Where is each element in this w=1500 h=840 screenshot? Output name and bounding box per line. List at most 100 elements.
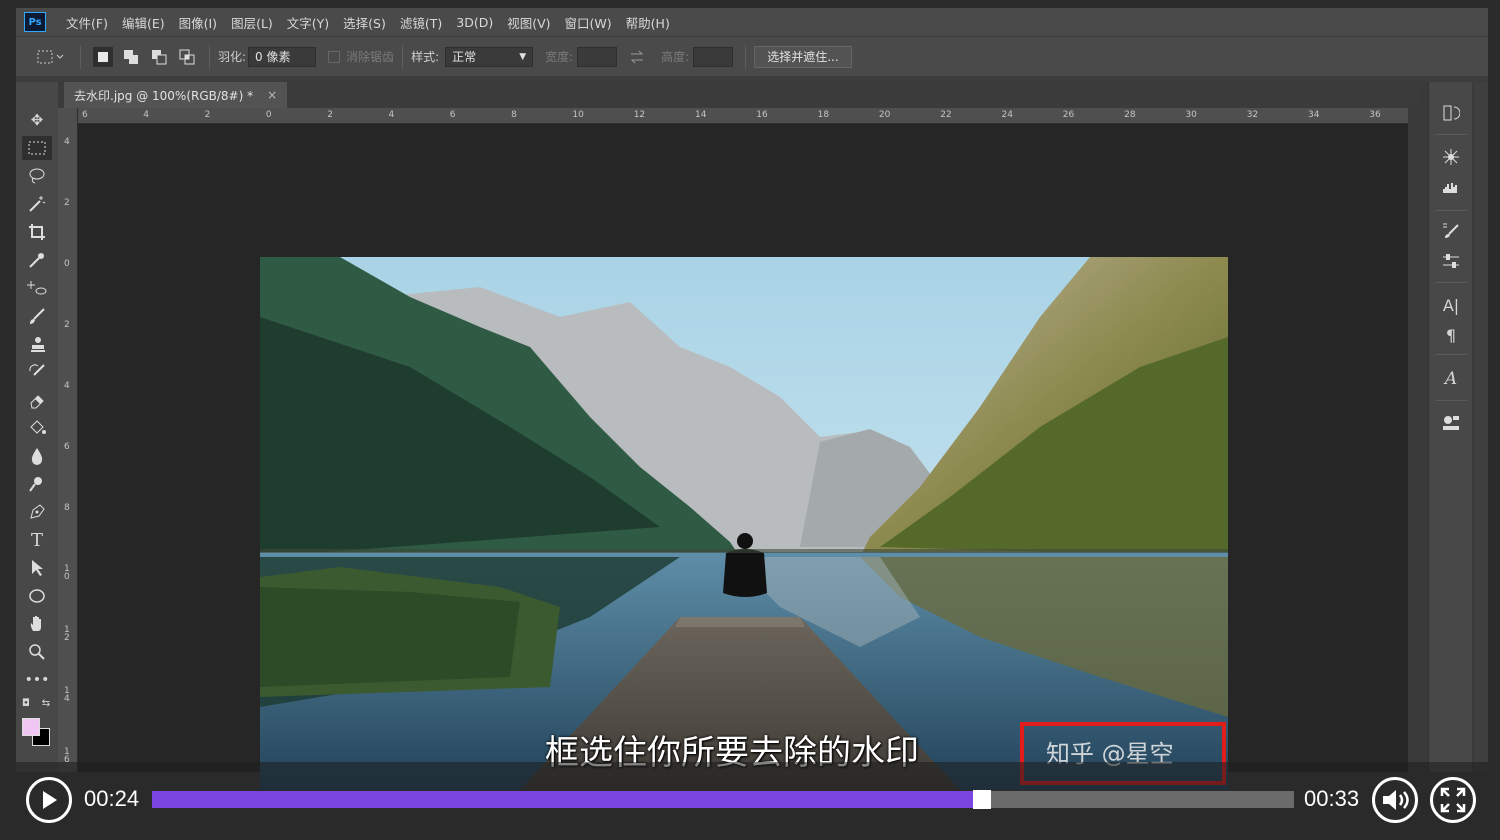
feather-input[interactable]: 0 像素 [248,46,317,67]
menu-file[interactable]: 文件(F) [66,13,108,32]
paint-bucket-tool-icon[interactable] [22,416,52,440]
marquee-preset-icon[interactable] [34,47,68,67]
height-label: 高度: [661,50,690,64]
swap-colors-icon[interactable]: ⇆ [38,696,54,710]
fullscreen-button[interactable] [1430,777,1476,823]
ruler-h-label: 6 [82,110,88,120]
ruler-v-label: 4 [64,381,70,391]
hand-tool-icon[interactable] [22,612,52,636]
adjustments-panel-icon[interactable] [1439,250,1463,272]
seek-bar[interactable] [152,790,1294,809]
ruler-h-label: 4 [143,110,150,120]
ruler-h-label: 28 [1124,110,1136,120]
histogram-panel-icon[interactable] [1439,176,1463,198]
ruler-h-label: 4 [388,110,395,120]
ruler-h-label: 18 [817,110,830,120]
frame-top [0,0,1500,8]
ellipse-tool-icon[interactable] [22,584,52,608]
more-tools-icon[interactable]: ••• [22,668,52,692]
navigator-panel-icon[interactable] [1439,146,1463,168]
subtract-from-selection-icon[interactable] [149,47,169,67]
ruler-v-label: 2 [64,320,70,330]
move-tool-icon[interactable]: ✥ [22,108,52,132]
menu-layer[interactable]: 图层(L) [231,13,273,32]
menu-help[interactable]: 帮助(H) [626,13,670,32]
height-input[interactable] [693,46,734,67]
eraser-tool-icon[interactable] [22,388,52,412]
menu-select[interactable]: 选择(S) [343,13,386,32]
antialias-checkbox[interactable] [328,50,341,63]
ruler-h-label: 2 [327,110,333,120]
character-panel-icon[interactable]: A| [1439,294,1463,316]
menu-window[interactable]: 窗口(W) [565,13,612,32]
new-selection-icon[interactable] [93,46,113,67]
eyedropper-tool-icon[interactable] [22,248,52,272]
play-button[interactable] [26,777,72,823]
ruler-v-label: 1 2 [64,625,70,643]
menu-image[interactable]: 图像(I) [179,13,217,32]
clone-stamp-tool-icon[interactable] [22,332,52,356]
foreground-color-swatch[interactable] [22,718,40,736]
intersect-selection-icon[interactable] [177,47,197,67]
width-label: 宽度: [545,50,574,64]
ruler-h-label: 24 [1001,110,1013,120]
menu-edit[interactable]: 编辑(E) [122,13,165,32]
document-tab[interactable]: 去水印.jpg @ 100%(RGB/8#) * × [64,82,288,108]
rectangular-marquee-tool-icon[interactable] [22,136,52,160]
add-to-selection-icon[interactable] [121,47,141,67]
spot-healing-brush-tool-icon[interactable] [22,276,52,300]
separator [80,44,81,69]
default-colors-icon[interactable]: ◘ [18,696,34,710]
glyphs-panel-icon[interactable]: A [1439,368,1463,390]
brush-settings-panel-icon[interactable] [1439,220,1463,242]
document-image[interactable] [260,257,1228,790]
photoshop-logo-icon: Ps [24,12,46,32]
options-bar: 羽化: 0 像素 消除锯齿 样式: 正常 ▼ 宽度: 高度: 选择并遮住... [16,36,1488,76]
history-panel-icon[interactable] [1439,102,1463,124]
zoom-tool-icon[interactable] [22,640,52,664]
menu-filter[interactable]: 滤镜(T) [400,13,442,32]
frame-left [0,0,16,840]
ruler-h-label: 14 [695,110,707,120]
pen-tool-icon[interactable] [22,500,52,524]
ruler-v-label: 8 [64,503,70,513]
paragraph-panel-icon[interactable]: ¶ [1439,324,1463,346]
menu-type[interactable]: 文字(Y) [287,13,329,32]
blur-tool-icon[interactable] [22,444,52,468]
type-tool-icon[interactable]: T [22,528,52,552]
ruler-v-label: 4 [64,137,70,147]
menu-3d[interactable]: 3D(D) [456,15,493,30]
ruler-h-label: 12 [633,110,646,120]
document-tab-bar: 去水印.jpg @ 100%(RGB/8#) * × [58,82,1420,108]
right-panel-dock: A| ¶ A [1428,82,1472,772]
app-window: Ps 文件(F) 编辑(E) 图像(I) 图层(L) 文字(Y) 选择(S) 滤… [0,0,1500,840]
ruler-h-label: 20 [878,110,891,120]
seek-bar-handle[interactable] [973,790,992,809]
ruler-v-label: 1 0 [64,564,70,582]
ruler-v-label: 6 [64,442,70,452]
select-and-mask-button[interactable]: 选择并遮住... [754,45,852,68]
crop-tool-icon[interactable] [22,220,52,244]
swap-dimensions-icon[interactable] [627,47,647,67]
frame-right [1488,0,1500,840]
separator [1435,282,1467,283]
menu-view[interactable]: 视图(V) [507,13,550,32]
lasso-tool-icon[interactable] [22,164,52,188]
history-brush-tool-icon[interactable] [22,360,52,384]
dodge-tool-icon[interactable] [22,472,52,496]
tools-panel: ✥ T ••• ◘ ⇆ [16,82,58,772]
ruler-v-label: 1 4 [64,686,70,704]
width-input[interactable] [577,46,618,67]
close-icon[interactable]: × [267,88,277,102]
antialias-label: 消除锯齿 [346,50,395,64]
ruler-h-label: 26 [1062,110,1075,120]
style-select[interactable]: 正常 ▼ [445,46,534,67]
current-time: 00:24 [84,786,140,811]
separator [402,44,404,69]
libraries-panel-icon[interactable] [1439,412,1463,434]
volume-button[interactable] [1372,777,1418,823]
path-selection-tool-icon[interactable] [22,556,52,580]
ruler-h-label: 36 [1369,110,1381,120]
magic-wand-tool-icon[interactable] [22,192,52,216]
brush-tool-icon[interactable] [22,304,52,328]
